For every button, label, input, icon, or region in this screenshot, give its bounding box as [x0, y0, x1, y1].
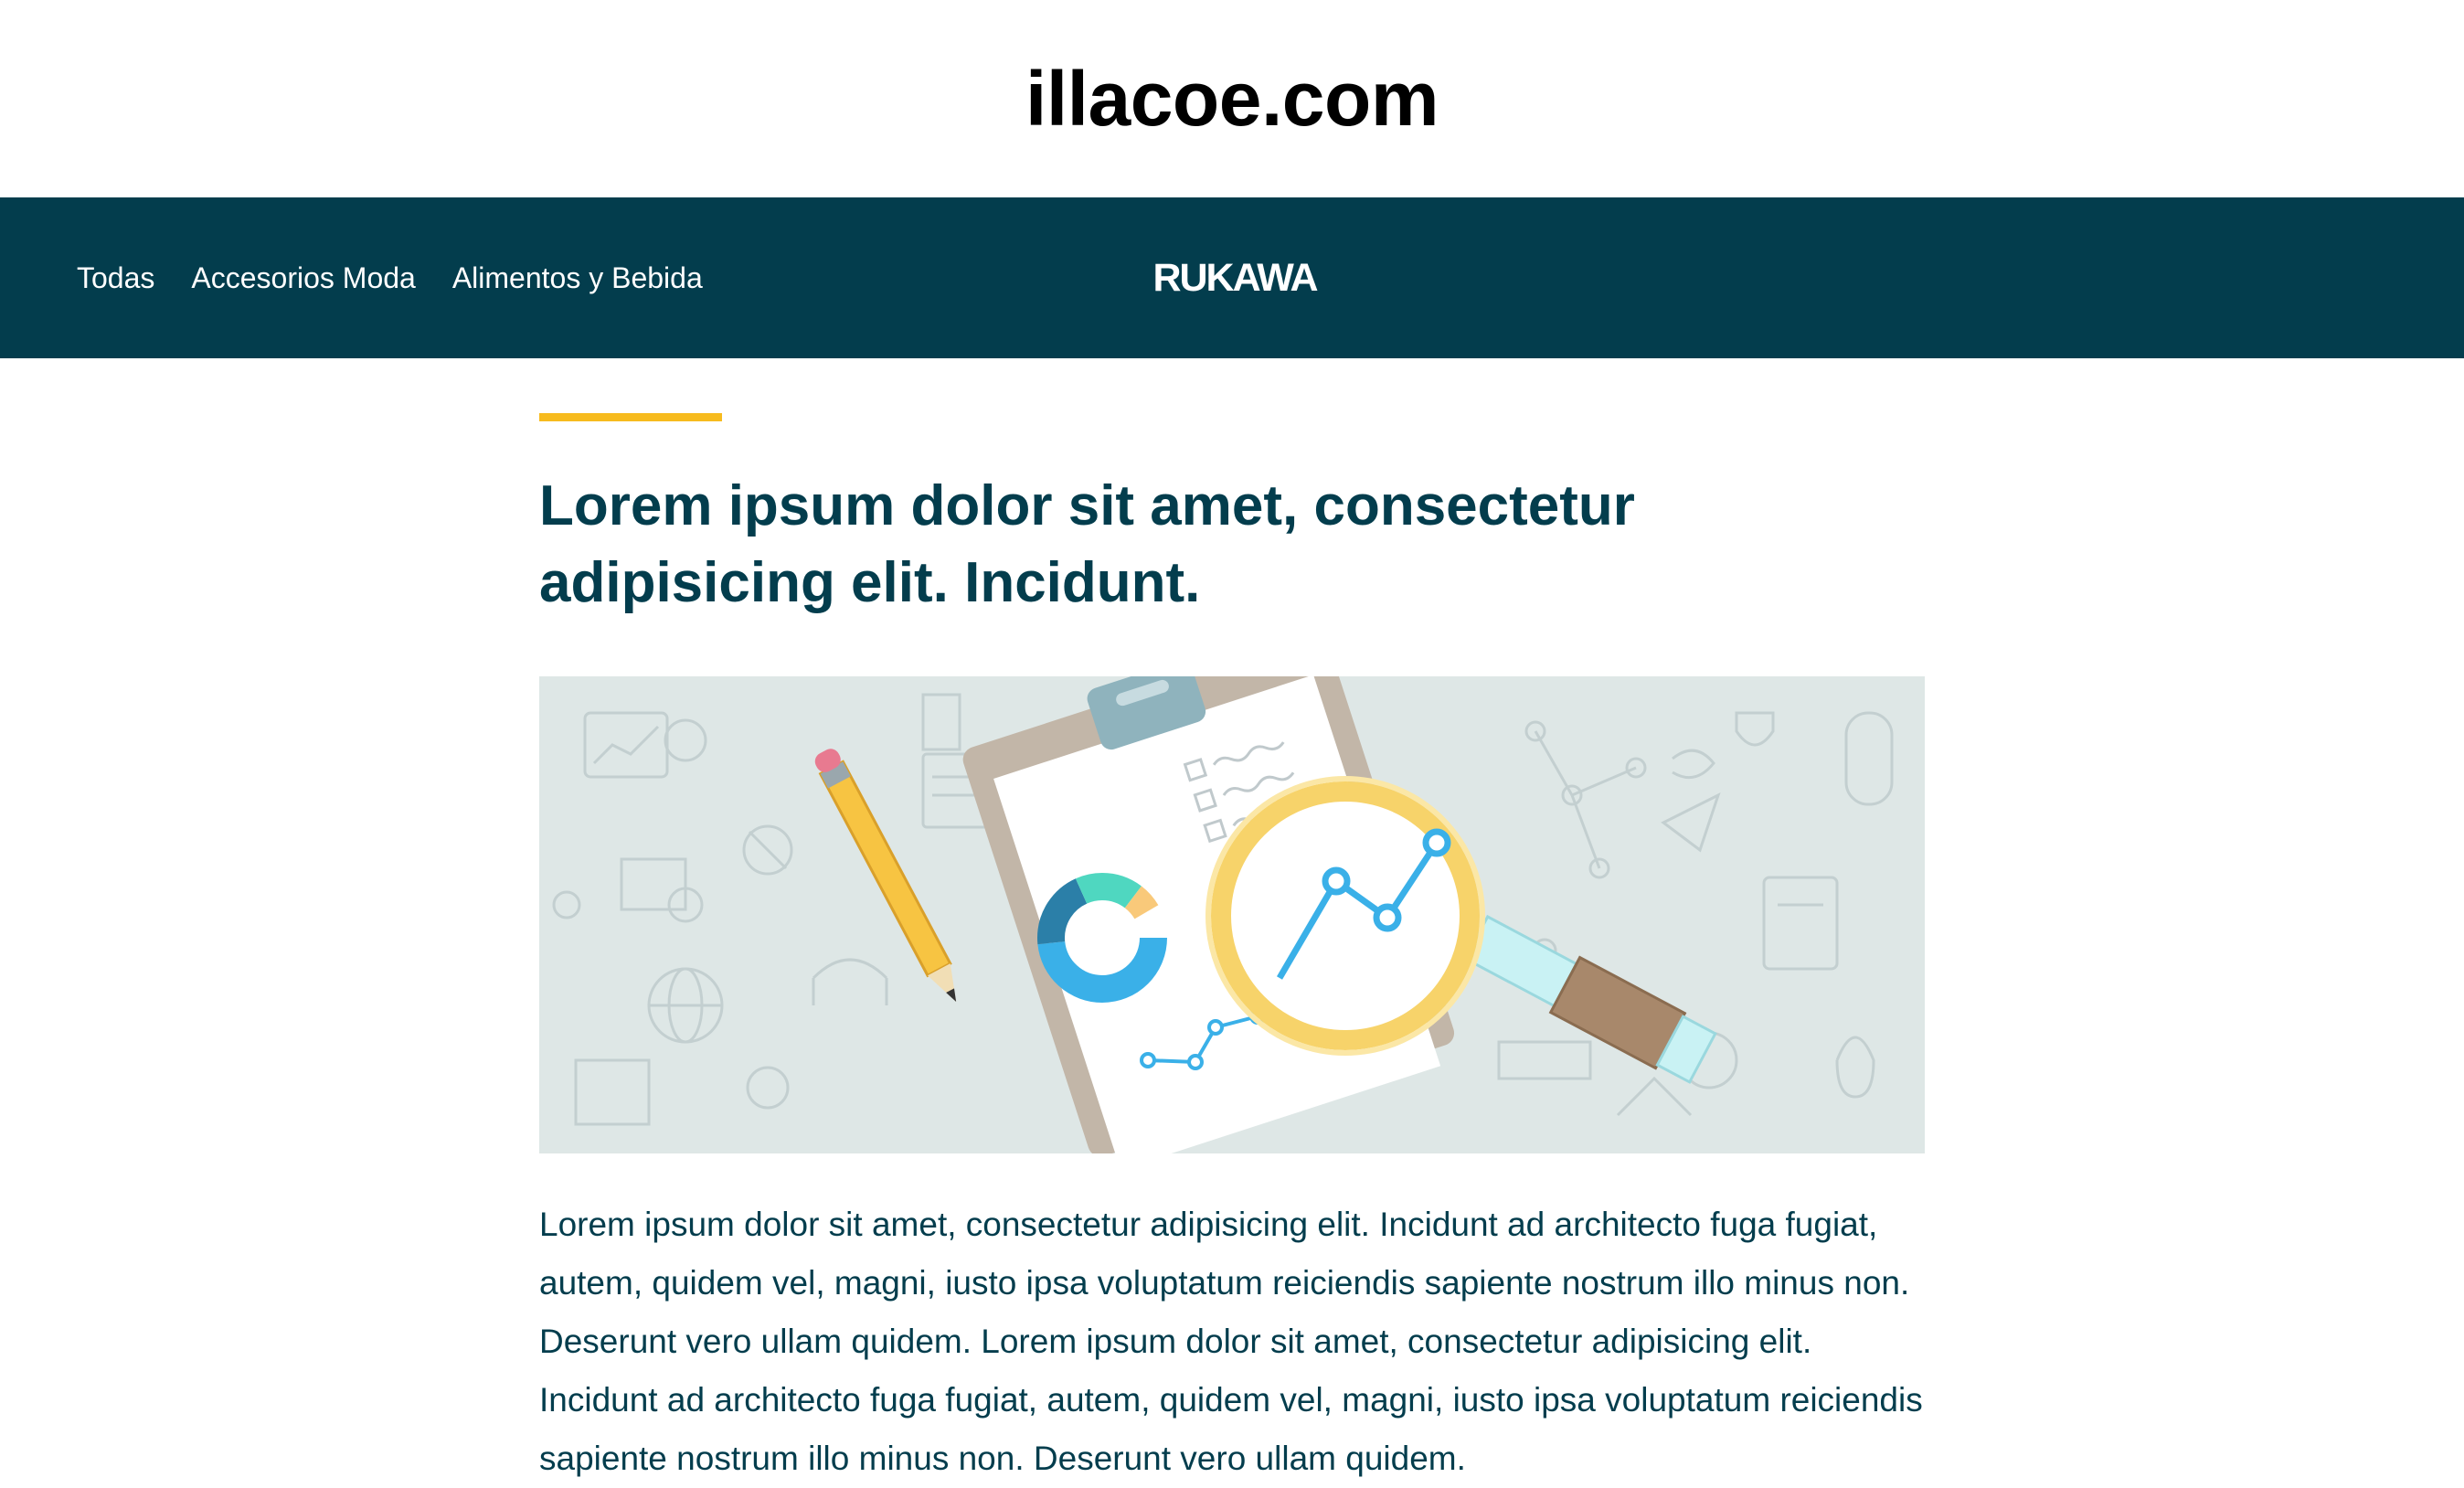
hero-image [539, 676, 1925, 1153]
accent-bar [539, 413, 722, 421]
nav-links: Todas Accesorios Moda Alimentos y Bebida [77, 197, 703, 358]
site-header: illacoe.com [0, 0, 2464, 197]
main-navbar: Todas Accesorios Moda Alimentos y Bebida… [0, 197, 2464, 358]
hero-illustration [552, 676, 1894, 1153]
article-title: Lorem ipsum dolor sit amet, consectetur … [539, 474, 1635, 614]
nav-link-accesorios-moda[interactable]: Accesorios Moda [191, 261, 415, 295]
pencil-icon [814, 749, 957, 1003]
article-body: Lorem ipsum dolor sit amet, consectetur … [539, 1206, 1923, 1477]
site-title[interactable]: illacoe.com [1025, 55, 1439, 143]
brand-logo[interactable]: RUKAWA [1148, 197, 1322, 358]
nav-link-todas[interactable]: Todas [77, 261, 154, 295]
nav-link-alimentos-y-bebida[interactable]: Alimentos y Bebida [452, 261, 703, 295]
magnifying-glass-icon [1205, 776, 1717, 1084]
